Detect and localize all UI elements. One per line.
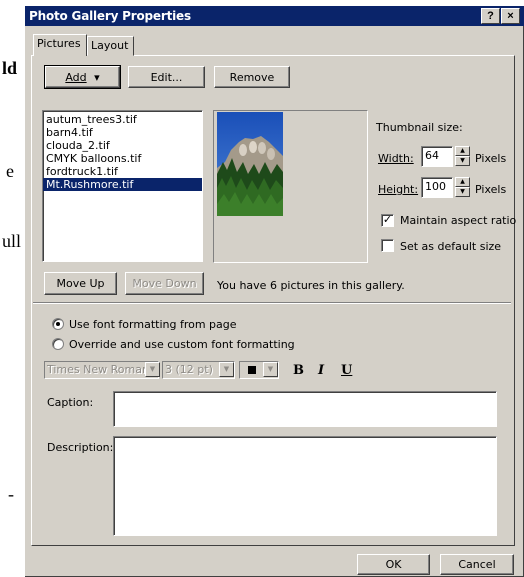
pictures-listbox[interactable]: autum_trees3.tif barn4.tif clouda_2.tif CMY… — [42, 110, 203, 262]
chevron-down-icon: ▾ — [94, 70, 100, 84]
italic-button[interactable]: I — [318, 363, 324, 378]
font-name-select[interactable]: Times New Roman — [44, 361, 159, 379]
underline-button[interactable]: U — [341, 363, 352, 378]
list-item[interactable]: autum_trees3.tif — [43, 113, 202, 126]
tab-layout[interactable]: Layout — [87, 36, 134, 56]
default-size-checkbox[interactable] — [381, 239, 394, 252]
width-unit-label: Pixels — [475, 152, 507, 165]
move-down-button[interactable]: Move Down — [125, 272, 204, 295]
maintain-aspect-label[interactable]: Maintain aspect ratio — [400, 214, 516, 227]
height-input[interactable]: 100 — [421, 177, 453, 198]
list-item[interactable]: Mt.Rushmore.tif — [43, 178, 202, 191]
use-page-formatting-radio[interactable] — [52, 318, 64, 330]
background-text-fragment: ull — [2, 231, 22, 251]
spin-up-icon[interactable]: ▲ — [455, 146, 470, 156]
help-button[interactable]: ? — [481, 8, 500, 24]
height-label-text: Height: — [378, 183, 419, 196]
spin-up-icon[interactable]: ▲ — [455, 177, 470, 187]
picture-preview — [217, 112, 283, 216]
height-unit-label: Pixels — [475, 183, 507, 196]
background-text-fragment: ld — [2, 58, 18, 78]
description-input[interactable] — [113, 436, 497, 536]
description-label: Description: — [47, 441, 114, 454]
add-button-label: Add — [65, 70, 87, 84]
list-item[interactable]: CMYK balloons.tif — [43, 152, 202, 165]
use-page-formatting-label[interactable]: Use font formatting from page — [69, 318, 237, 331]
ok-button[interactable]: OK — [357, 554, 430, 575]
edit-button[interactable]: Edit... — [128, 66, 205, 88]
remove-button[interactable]: Remove — [214, 66, 290, 88]
list-item[interactable]: fordtruck1.tif — [43, 165, 202, 178]
caption-input[interactable] — [113, 391, 497, 427]
chevron-down-icon[interactable]: ▼ — [219, 362, 234, 377]
list-item[interactable]: barn4.tif — [43, 126, 202, 139]
override-formatting-label[interactable]: Override and use custom font formatting — [69, 338, 295, 351]
dialog-title: Photo Gallery Properties — [29, 9, 191, 23]
cancel-button[interactable]: Cancel — [440, 554, 514, 575]
picture-count-text: You have 6 pictures in this gallery. — [217, 279, 405, 292]
maintain-aspect-checkbox[interactable]: ✓ — [381, 214, 394, 227]
list-item[interactable]: clouda_2.tif — [43, 139, 202, 152]
override-formatting-radio[interactable] — [52, 338, 64, 350]
move-up-button[interactable]: Move Up — [44, 272, 117, 295]
close-button[interactable]: × — [501, 8, 520, 24]
background-text-fragment: - — [8, 484, 14, 504]
spin-down-icon[interactable]: ▼ — [455, 187, 470, 197]
tab-pictures[interactable]: Pictures — [33, 34, 87, 56]
chevron-down-icon[interactable]: ▼ — [145, 362, 160, 377]
chevron-down-icon[interactable]: ▼ — [263, 362, 278, 377]
separator — [33, 302, 511, 304]
thumbnail-size-heading: Thumbnail size: — [376, 121, 463, 134]
mount-rushmore-thumbnail — [217, 112, 283, 216]
spin-down-icon[interactable]: ▼ — [455, 156, 470, 166]
color-swatch-icon — [248, 366, 256, 374]
background-text-fragment: e — [6, 161, 14, 181]
width-input[interactable]: 64 — [421, 146, 453, 167]
width-label: Width: — [378, 152, 414, 165]
add-button[interactable]: Add ▾ — [44, 65, 121, 89]
width-label-text: Width: — [378, 152, 414, 165]
height-spinner[interactable]: ▲ ▼ — [455, 177, 470, 198]
height-label: Height: — [378, 183, 418, 196]
default-size-label[interactable]: Set as default size — [400, 240, 501, 253]
bold-button[interactable]: B — [293, 363, 304, 378]
checkmark-icon: ✓ — [382, 213, 393, 226]
caption-label: Caption: — [47, 396, 94, 409]
width-spinner[interactable]: ▲ ▼ — [455, 146, 470, 167]
